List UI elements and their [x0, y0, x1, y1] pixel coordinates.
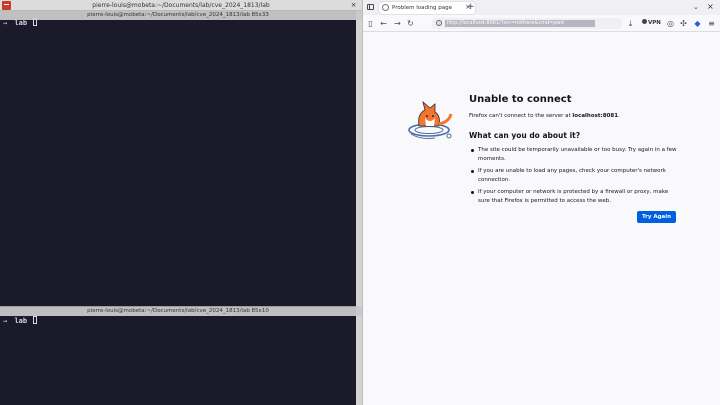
vpn-label: VPN — [648, 20, 661, 26]
window-close-icon[interactable]: × — [707, 2, 714, 11]
tab-active[interactable]: Problem loading page × — [379, 2, 475, 14]
url-text[interactable]: http://localhost:8081/?src=nothere&cmd=p… — [445, 20, 595, 27]
error-suggestion-list: The site could be temporarily unavailabl… — [469, 146, 679, 209]
forward-icon[interactable]: → — [393, 19, 402, 28]
terminal-titlebar[interactable]: pierre-louis@mobeta:~/Documents/lab/cve_… — [0, 0, 362, 11]
prompt-line: → lab — [3, 316, 38, 326]
error-description-text: Firefox can't connect to the server at — [469, 113, 573, 119]
terminal-cursor — [33, 18, 38, 26]
list-item: The site could be temporarily unavailabl… — [469, 146, 679, 163]
reload-icon[interactable]: ↻ — [406, 19, 415, 28]
vpn-button[interactable]: VPN — [642, 19, 661, 28]
globe-icon — [382, 4, 389, 11]
terminal-window: pierre-louis@mobeta:~/Documents/lab/cve_… — [0, 0, 362, 405]
terminal-window-title: pierre-louis@mobeta:~/Documents/lab/cve_… — [92, 2, 270, 9]
tab-label: Problem loading page — [392, 5, 452, 11]
prompt-arrow: → — [3, 317, 8, 325]
prompt-arrow: → — [3, 19, 8, 27]
error-host: localhost:8081 — [572, 113, 619, 119]
fox-illustration-icon — [408, 100, 453, 139]
bottom-pane-title: pierre-louis@mobeta:~/Documents/lab/cve_… — [87, 308, 269, 314]
account-icon[interactable]: ◎ — [666, 19, 675, 28]
prompt-directory: lab — [14, 317, 28, 325]
browser-window: Problem loading page × + ⌄ × ▯ ← → ↻ i h… — [362, 0, 720, 405]
url-bar[interactable]: i http://localhost:8081/?src=nothere&cmd… — [432, 18, 622, 29]
error-subtitle: What can you do about it? — [469, 131, 581, 140]
terminal-pane-top[interactable]: → lab — [0, 18, 356, 306]
try-again-button[interactable]: Try Again — [637, 211, 676, 223]
terminal-cursor — [33, 316, 38, 324]
new-tab-button[interactable]: + — [467, 3, 475, 12]
error-description-end: . — [618, 113, 620, 119]
prompt-line: → lab — [3, 18, 38, 28]
download-icon[interactable]: ⤓ — [626, 19, 635, 28]
back-icon[interactable]: ← — [379, 19, 388, 28]
menu-icon[interactable]: ≡ — [707, 19, 716, 28]
bottom-pane-header[interactable]: pierre-louis@mobeta:~/Documents/lab/cve_… — [0, 306, 356, 316]
tab-bar: Problem loading page × + ⌄ × — [363, 0, 720, 15]
extensions-icon[interactable]: ✣ — [679, 19, 688, 28]
nav-bar: ▯ ← → ↻ i http://localhost:8081/?src=not… — [363, 15, 720, 32]
terminal-pane-bottom[interactable]: → lab — [0, 316, 356, 405]
error-description: Firefox can't connect to the server at l… — [469, 113, 620, 119]
error-title: Unable to connect — [469, 94, 572, 105]
vpn-icon — [642, 19, 647, 24]
sidebar-toggle-icon[interactable]: ▯ — [366, 19, 375, 28]
list-item: If your computer or network is protected… — [469, 188, 679, 205]
info-icon[interactable]: i — [436, 20, 442, 26]
list-tabs-icon[interactable]: ⌄ — [693, 3, 699, 11]
bookmark-icon[interactable]: ◆ — [693, 19, 702, 28]
sidebar-icon[interactable] — [367, 4, 374, 10]
top-pane-title: pierre-louis@mobeta:~/Documents/lab/cve_… — [0, 11, 356, 20]
close-icon[interactable]: × — [349, 1, 358, 10]
list-item: If you are unable to load any pages, che… — [469, 167, 679, 184]
prompt-directory: lab — [14, 19, 28, 27]
